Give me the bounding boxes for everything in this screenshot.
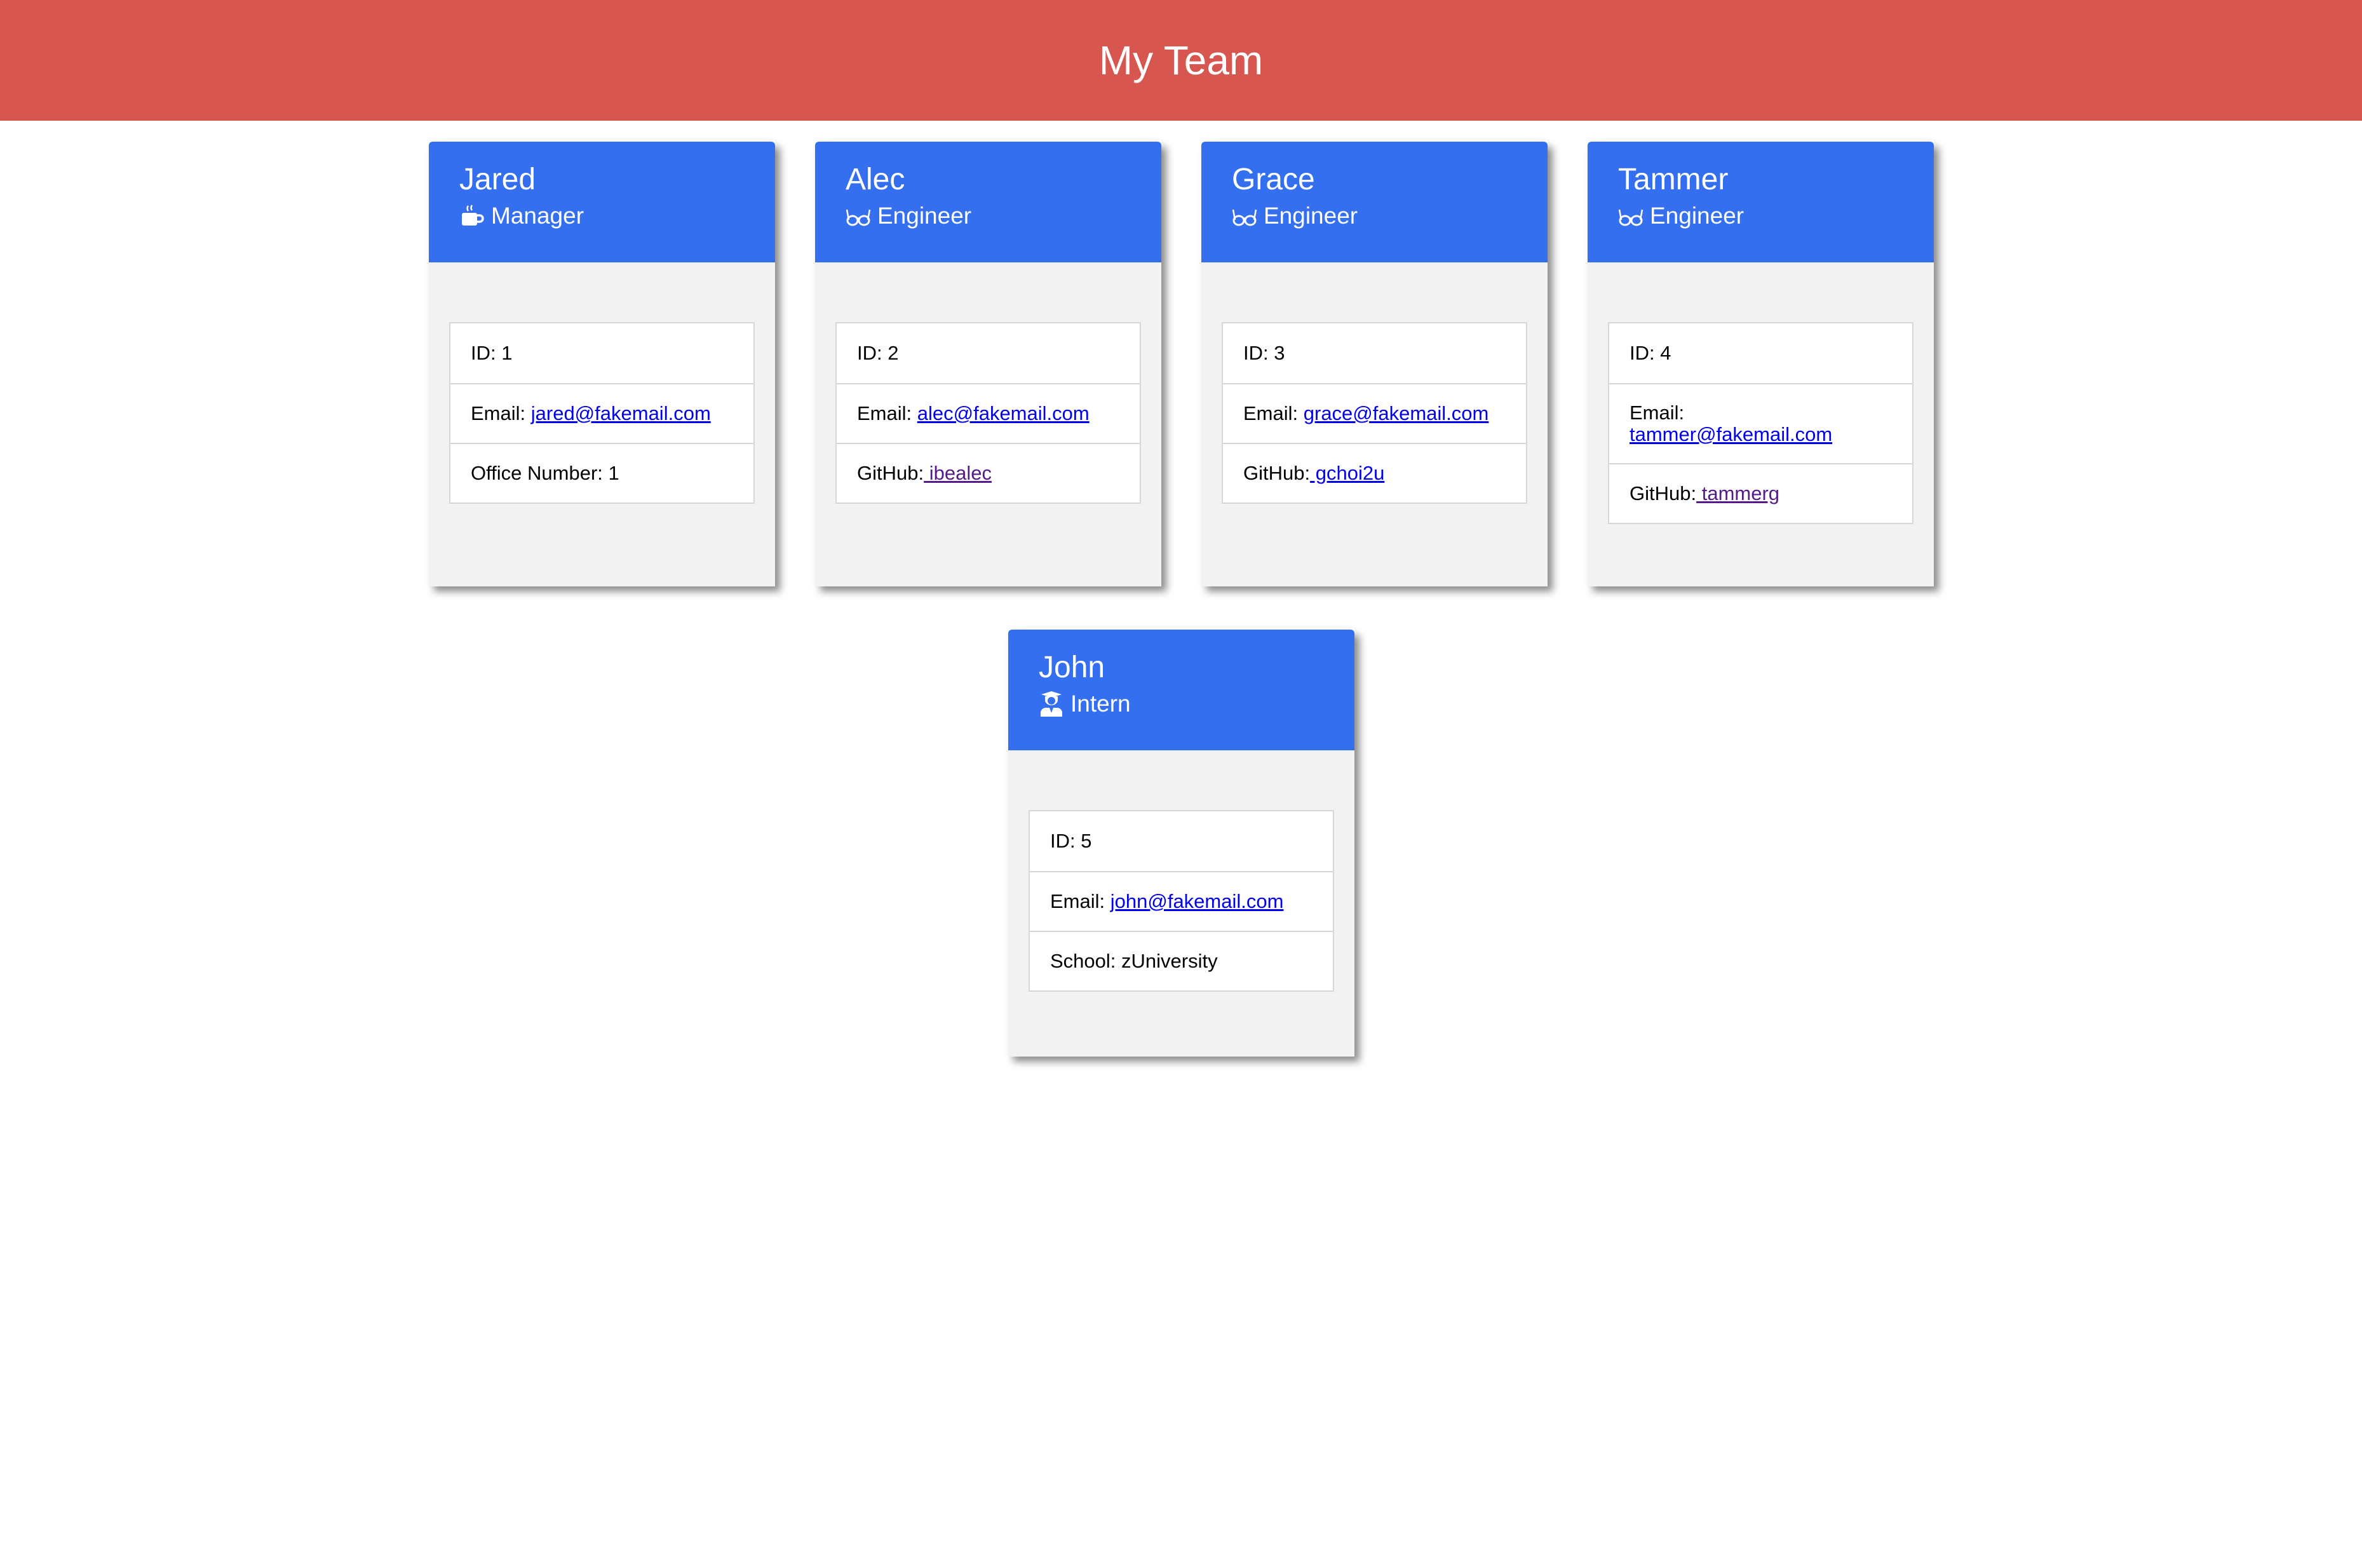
github-link[interactable]: ibealec (924, 462, 992, 484)
mug-icon (462, 205, 484, 226)
email-row: Email: tammer@fakemail.com (1609, 383, 1912, 463)
email-link[interactable]: grace@fakemail.com (1304, 402, 1489, 424)
page-header: My Team (0, 0, 2362, 121)
info-list: ID: 3 Email: grace@fakemail.com GitHub: … (1222, 322, 1527, 504)
github-row: GitHub: tammerg (1609, 463, 1912, 523)
employee-name: Jared (459, 163, 536, 196)
email-link[interactable]: john@fakemail.com (1110, 890, 1284, 912)
employee-role: Engineer (846, 203, 1131, 229)
email-link[interactable]: tammer@fakemail.com (1630, 424, 1892, 445)
card-header: John Intern (1008, 630, 1354, 750)
email-link[interactable]: alec@fakemail.com (917, 402, 1090, 424)
employee-role: Manager (459, 203, 745, 229)
employee-name: Grace (1232, 163, 1315, 196)
email-row: Email: grace@fakemail.com (1223, 383, 1526, 443)
github-link[interactable]: gchoi2u (1310, 462, 1385, 484)
github-link[interactable]: tammerg (1696, 482, 1779, 504)
office-number-row: Office Number: 1 (450, 443, 753, 503)
github-row: GitHub: gchoi2u (1223, 443, 1526, 503)
employee-role: Engineer (1232, 203, 1517, 229)
info-list: ID: 4 Email: tammer@fakemail.com GitHub:… (1608, 322, 1913, 524)
role-label: Engineer (877, 203, 972, 229)
glasses-icon (1618, 209, 1643, 226)
page-title: My Team (1098, 37, 1264, 83)
employee-name: John (1039, 651, 1105, 684)
employee-name: Alec (846, 163, 905, 196)
id-row: ID: 3 (1243, 342, 1285, 364)
glasses-icon (846, 209, 871, 226)
email-link[interactable]: jared@fakemail.com (531, 402, 711, 424)
info-list: ID: 2 Email: alec@fakemail.com GitHub: i… (835, 322, 1141, 504)
role-label: Manager (491, 203, 584, 229)
id-row: ID: 1 (471, 342, 513, 364)
id-row: ID: 5 (1050, 830, 1092, 852)
info-list: ID: 5 Email: john@fakemail.com School: z… (1029, 810, 1334, 992)
card-header: Jared Manager (429, 142, 775, 262)
email-row: Email: jared@fakemail.com (450, 383, 753, 443)
glasses-icon (1232, 209, 1257, 226)
email-row: Email: john@fakemail.com (1030, 871, 1333, 931)
employee-role: Engineer (1618, 203, 1903, 229)
email-row: Email: alec@fakemail.com (837, 383, 1140, 443)
github-row: GitHub: ibealec (837, 443, 1140, 503)
id-row: ID: 2 (857, 342, 899, 364)
info-list: ID: 1 Email: jared@fakemail.com Office N… (449, 322, 755, 504)
employee-card: Grace Engineer ID: 3 Email: grace@fakema… (1201, 142, 1548, 586)
role-label: Engineer (1650, 203, 1745, 229)
role-label: Intern (1070, 691, 1131, 717)
employee-card: Alec Engineer ID: 2 Email: alec@fakemail… (815, 142, 1161, 586)
role-label: Engineer (1264, 203, 1358, 229)
employee-card: John Intern ID: 5 Email: john@fakemail.c… (1008, 630, 1354, 1057)
employee-role: Intern (1039, 691, 1324, 717)
card-header: Alec Engineer (815, 142, 1161, 262)
employee-name: Tammer (1618, 163, 1729, 196)
school-row: School: zUniversity (1030, 931, 1333, 990)
employee-card: Jared Manager ID: 1 Email: jared@fakemai… (429, 142, 775, 586)
employee-card: Tammer Engineer ID: 4 Email: tammer@fake… (1588, 142, 1934, 586)
card-header: Grace Engineer (1201, 142, 1548, 262)
graduate-icon (1041, 691, 1062, 717)
card-header: Tammer Engineer (1588, 142, 1934, 262)
id-row: ID: 4 (1630, 342, 1671, 364)
